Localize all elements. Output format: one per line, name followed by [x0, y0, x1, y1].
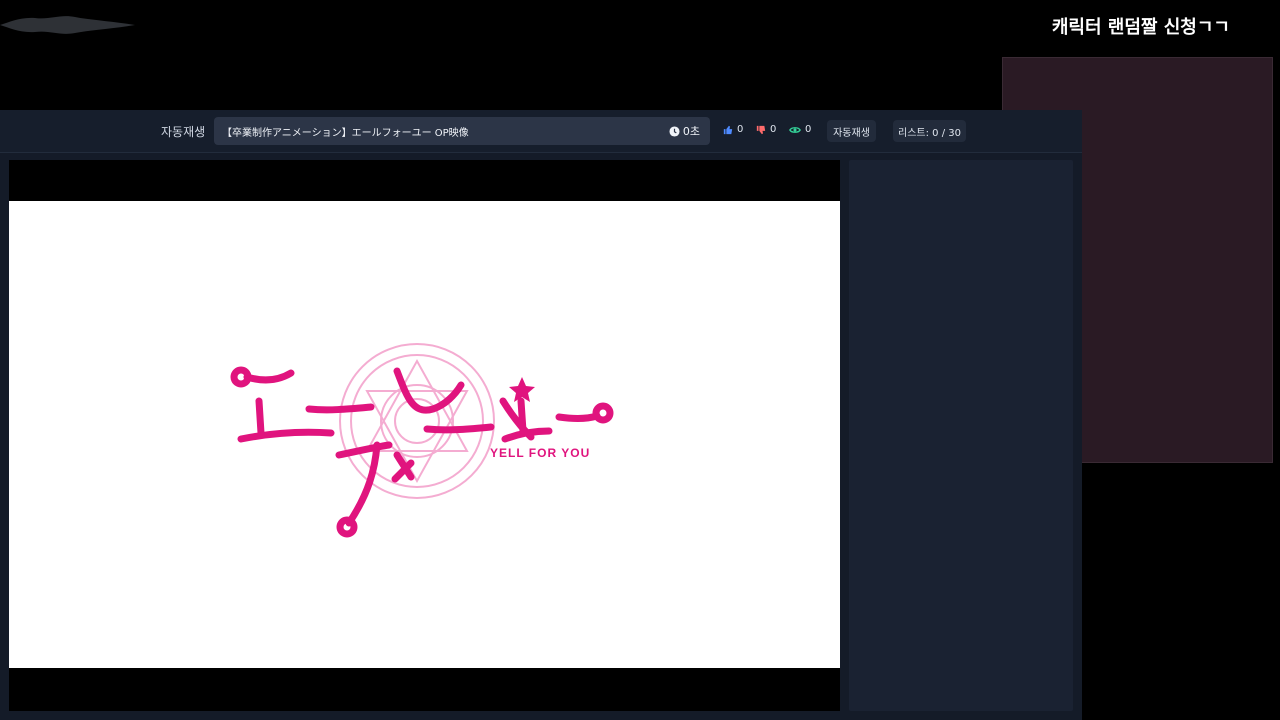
eye-icon	[789, 126, 801, 133]
video-title: 【卒業制作アニメーション】エールフォーユー OP映像	[222, 128, 469, 139]
audio-waveform	[0, 16, 135, 34]
views-count: 0	[805, 124, 812, 135]
autoplay-button[interactable]: 자동재생	[827, 120, 876, 142]
video-app: 자동재생 【卒業制作アニメーション】エールフォーユー OP映像 0초 0 0 0…	[0, 110, 1082, 720]
likes-stat[interactable]: 0	[723, 124, 743, 135]
timer: 0초	[669, 123, 700, 139]
video-player[interactable]: YELL FOR YOU	[9, 160, 840, 711]
yell-for-you-logo: YELL FOR YOU	[230, 343, 614, 538]
overlay-title: 캐릭터 랜덤짤 신청ㄱㄱ	[1051, 17, 1230, 38]
autoplay-label: 자동재생	[161, 125, 206, 139]
logo-subtitle: YELL FOR YOU	[490, 446, 590, 460]
playlist-panel	[849, 160, 1073, 711]
dislikes-count: 0	[770, 124, 777, 135]
video-title-field[interactable]: 【卒業制作アニメーション】エールフォーユー OP映像 0초	[214, 117, 710, 145]
thumbs-down-icon	[756, 125, 766, 134]
timer-value: 0초	[682, 125, 700, 138]
clock-icon	[669, 125, 680, 137]
likes-count: 0	[737, 124, 744, 135]
top-toolbar: 자동재생 【卒業制作アニメーション】エールフォーユー OP映像 0초 0 0 0…	[0, 110, 1082, 153]
dislikes-stat[interactable]: 0	[756, 124, 776, 135]
thumbs-up-icon	[723, 125, 733, 134]
video-frame[interactable]: YELL FOR YOU	[9, 201, 840, 668]
list-counter[interactable]: 리스트: 0 / 30	[893, 120, 966, 142]
views-stat: 0	[789, 124, 811, 135]
